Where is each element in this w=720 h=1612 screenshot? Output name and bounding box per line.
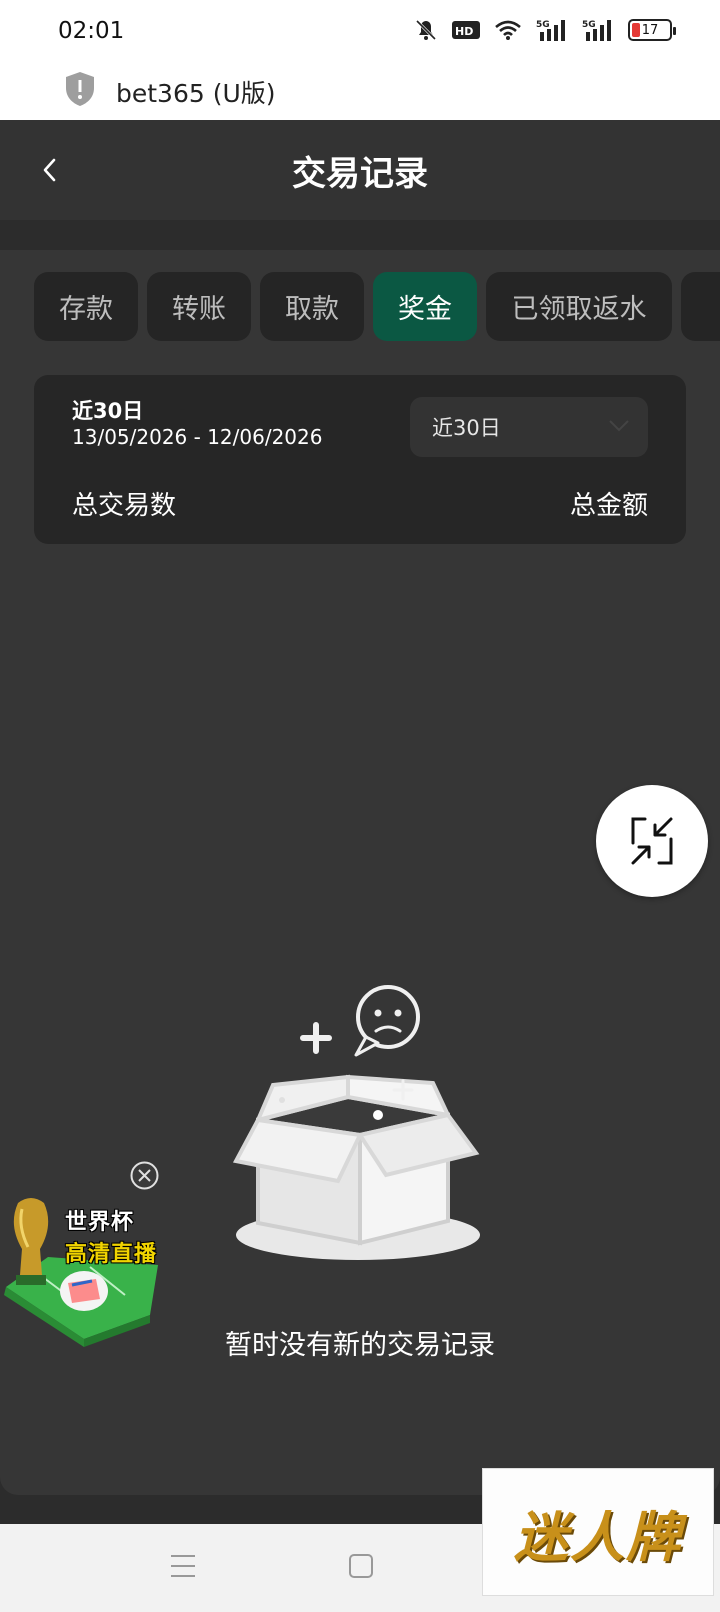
status-bar: 02:01 HD 5G 5G 17: [0, 0, 720, 62]
watermark-logo: 迷人牌: [482, 1468, 714, 1596]
svg-text:HD: HD: [455, 25, 473, 38]
total-count-label: 总交易数: [72, 491, 177, 521]
app-bar: bet365 (U版): [0, 62, 720, 120]
status-icons: HD 5G 5G 17: [414, 18, 676, 42]
ad-close-button[interactable]: [129, 1160, 160, 1191]
minimize-icon: [631, 817, 673, 865]
page-title: 交易记录: [292, 154, 428, 194]
tab-deposit[interactable]: 存款: [34, 272, 138, 341]
home-icon[interactable]: [348, 1552, 374, 1584]
close-circle-icon: [130, 1161, 159, 1190]
tab-label: 存款: [59, 294, 113, 325]
tab-bar: 存款 转账 取款 奖金 已领取返水: [34, 272, 720, 341]
tab-bonus[interactable]: 奖金: [373, 272, 477, 341]
collapse-button[interactable]: [596, 785, 708, 897]
tab-label: 取款: [285, 294, 339, 325]
ad-line2: 高清直播: [65, 1242, 158, 1267]
period-select-value: 近30日: [432, 416, 501, 440]
tab-more[interactable]: [681, 272, 720, 341]
svg-text:5G: 5G: [582, 20, 596, 30]
period-select[interactable]: 近30日: [410, 397, 648, 457]
menu-icon[interactable]: [170, 1552, 196, 1584]
tab-rebate[interactable]: 已领取返水: [486, 272, 672, 341]
svg-text:5G: 5G: [536, 20, 550, 30]
tab-label: 奖金: [398, 294, 452, 325]
watermark-text: 迷人牌: [514, 1504, 682, 1569]
battery-level: 17: [641, 22, 659, 38]
5g-signal-icon: 5G: [582, 18, 614, 42]
total-amount-label: 总金额: [569, 491, 648, 521]
5g-signal-icon: 5G: [536, 18, 568, 42]
period-label: 近30日: [72, 399, 144, 423]
status-time: 02:01: [58, 18, 125, 44]
tab-withdraw[interactable]: 取款: [260, 272, 364, 341]
chevron-down-icon: [609, 420, 629, 432]
battery-icon: 17: [628, 19, 676, 41]
summary-card: 近30日 13/05/2026 - 12/06/2026 近30日 总交易数 总…: [34, 375, 686, 544]
wifi-icon: [494, 19, 522, 41]
tab-label: 转账: [172, 294, 226, 325]
mute-icon: [414, 18, 438, 42]
tab-transfer[interactable]: 转账: [147, 272, 251, 341]
app-name: bet365 (U版): [116, 79, 276, 108]
tab-label: 已领取返水: [511, 294, 647, 325]
shield-icon: [64, 70, 96, 112]
empty-box-icon: [232, 985, 480, 1260]
ad-line1: 世界杯: [65, 1210, 135, 1235]
nav-header: 交易记录: [0, 120, 720, 220]
period-range: 13/05/2026 - 12/06/2026: [72, 425, 323, 449]
hd-icon: HD: [452, 20, 480, 40]
